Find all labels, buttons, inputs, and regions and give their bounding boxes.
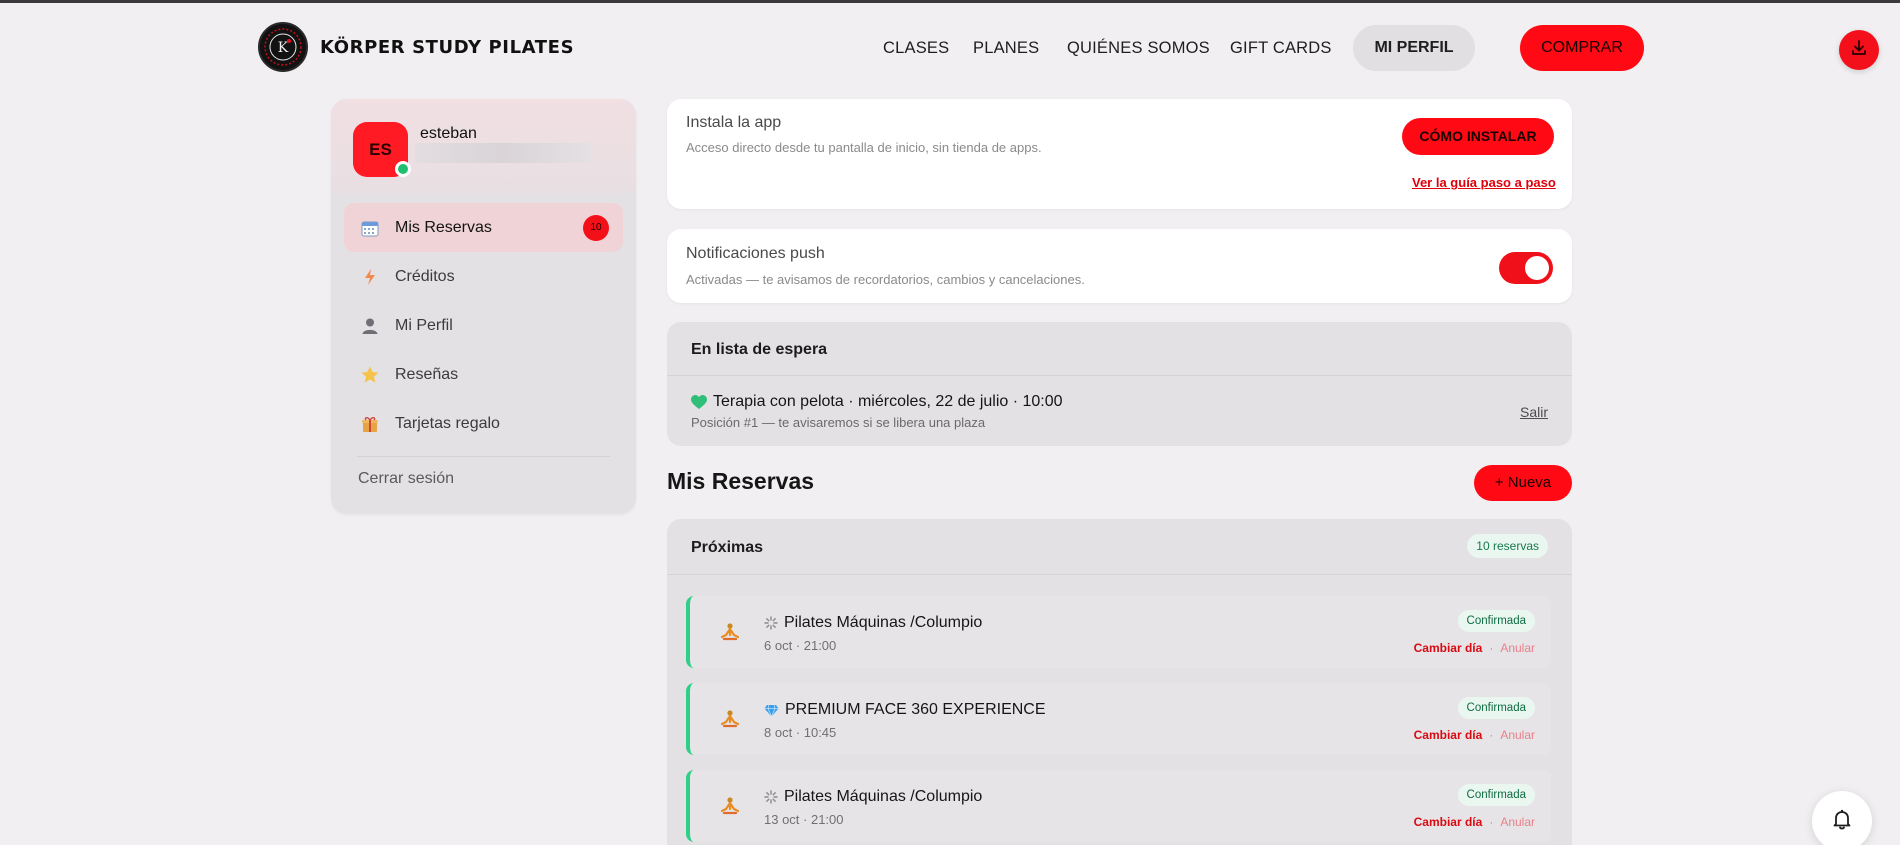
- reservation-actions: Cambiar día · Anular: [1414, 728, 1535, 742]
- push-toggle[interactable]: [1499, 252, 1553, 284]
- reservation-item[interactable]: Pilates Máquinas /Columpio 6 oct · 21:00…: [686, 596, 1551, 668]
- calendar-icon: [359, 217, 381, 239]
- reservation-time: 13 oct · 21:00: [764, 812, 844, 827]
- waitlist-class-label: Terapia con pelota · miércoles, 22 de ju…: [713, 393, 1063, 410]
- reservation-item[interactable]: Pilates Máquinas /Columpio 13 oct · 21:0…: [686, 770, 1551, 842]
- nav-mi-perfil[interactable]: MI PERFIL: [1353, 25, 1475, 71]
- waitlist-exit-link[interactable]: Salir: [1520, 404, 1548, 420]
- download-app-button[interactable]: [1839, 30, 1879, 70]
- sidebar-item-creditos[interactable]: Créditos: [344, 252, 623, 301]
- como-instalar-button[interactable]: CÓMO INSTALAR: [1402, 118, 1554, 155]
- push-subtitle: Activadas — te avisamos de recordatorios…: [686, 272, 1085, 287]
- cambiar-dia-link[interactable]: Cambiar día: [1414, 641, 1483, 655]
- main-nav: CLASES PLANES QUIÉNES SOMOS GIFT CARDS M…: [0, 25, 1900, 71]
- guide-link[interactable]: Ver la guía paso a paso: [1412, 175, 1556, 190]
- top-navbar: K KÖRPER STUDY PILATES CLASES PLANES QUI…: [0, 3, 1900, 93]
- user-summary: ES esteban: [331, 99, 636, 193]
- bolt-icon: [359, 266, 381, 288]
- divider: [357, 456, 610, 457]
- reservas-count-badge: 10: [583, 215, 609, 241]
- online-status-dot: [395, 161, 411, 177]
- sidebar-item-label: Tarjetas regalo: [395, 414, 500, 432]
- nav-gift-cards[interactable]: GIFT CARDS: [1230, 25, 1332, 71]
- upcoming-title: Próximas: [691, 539, 764, 556]
- anular-link[interactable]: Anular: [1500, 641, 1535, 655]
- waitlist-position: Posición #1 — te avisaremos si se libera…: [691, 415, 986, 430]
- reservation-item[interactable]: PREMIUM FACE 360 EXPERIENCE 8 oct · 10:4…: [686, 683, 1551, 755]
- user-email-redacted: [415, 143, 591, 163]
- spark-icon: [764, 616, 778, 630]
- waitlist-class: Terapia con pelota · miércoles, 22 de ju…: [691, 393, 1063, 411]
- anular-link[interactable]: Anular: [1500, 728, 1535, 742]
- waitlist-title: En lista de espera: [691, 341, 828, 358]
- separator: ·: [1489, 641, 1494, 655]
- reservations-count-badge: 10 reservas: [1467, 534, 1548, 558]
- diamond-icon: [764, 704, 779, 717]
- reservation-name-label: Pilates Máquinas /Columpio: [784, 614, 983, 631]
- sidebar-item-label: Mis Reservas: [395, 218, 492, 236]
- section-title: Mis Reservas: [667, 468, 815, 494]
- notifications-bell-button[interactable]: [1812, 791, 1872, 845]
- new-reservation-button[interactable]: + Nueva: [1474, 465, 1572, 501]
- gift-icon: [359, 413, 381, 435]
- nav-planes[interactable]: PLANES: [973, 25, 1039, 71]
- install-app-card: Instala la app Acceso directo desde tu p…: [667, 99, 1572, 209]
- toggle-knob: [1525, 256, 1549, 280]
- sidebar-item-mi-perfil[interactable]: Mi Perfil: [344, 301, 623, 350]
- status-badge: Confirmada: [1457, 784, 1535, 806]
- reservation-name-label: PREMIUM FACE 360 EXPERIENCE: [785, 701, 1046, 718]
- nav-clases[interactable]: CLASES: [883, 25, 949, 71]
- divider: [667, 375, 1572, 376]
- push-notifications-card: Notificaciones push Activadas — te avisa…: [667, 229, 1572, 303]
- install-title: Instala la app: [686, 114, 782, 131]
- upcoming-reservations: Próximas 10 reservas Pilates Máquinas /C…: [667, 519, 1572, 845]
- spark-icon: [764, 790, 778, 804]
- logout-link[interactable]: Cerrar sesión: [358, 470, 454, 488]
- account-sidebar: ES esteban Mis Reservas 10 Créditos Mi P…: [331, 99, 636, 514]
- sidebar-item-resenas[interactable]: Reseñas: [344, 350, 623, 399]
- sidebar-item-label: Créditos: [395, 267, 455, 285]
- reservation-time: 6 oct · 21:00: [764, 638, 837, 653]
- star-icon: [359, 364, 381, 386]
- pilates-figure-icon: [717, 706, 743, 732]
- user-icon: [359, 315, 381, 337]
- reservation-actions: Cambiar día · Anular: [1414, 815, 1535, 829]
- pilates-figure-icon: [717, 793, 743, 819]
- sidebar-item-label: Mi Perfil: [395, 316, 453, 334]
- status-badge: Confirmada: [1457, 697, 1535, 719]
- sidebar-item-tarjetas-regalo[interactable]: Tarjetas regalo: [344, 399, 623, 448]
- status-badge: Confirmada: [1457, 610, 1535, 632]
- sidebar-menu: Mis Reservas 10 Créditos Mi Perfil Reseñ…: [344, 203, 623, 448]
- cambiar-dia-link[interactable]: Cambiar día: [1414, 815, 1483, 829]
- comprar-button[interactable]: COMPRAR: [1520, 25, 1644, 71]
- bell-icon: [1830, 807, 1854, 836]
- user-name: esteban: [420, 125, 477, 142]
- reservation-actions: Cambiar día · Anular: [1414, 641, 1535, 655]
- divider: [667, 574, 1572, 575]
- reservation-name: Pilates Máquinas /Columpio: [764, 614, 982, 632]
- anular-link[interactable]: Anular: [1500, 815, 1535, 829]
- reservation-time: 8 oct · 10:45: [764, 725, 837, 740]
- push-title: Notificaciones push: [686, 245, 825, 262]
- pilates-figure-icon: [717, 619, 743, 645]
- sidebar-item-label: Reseñas: [395, 365, 459, 383]
- reservation-name-label: Pilates Máquinas /Columpio: [784, 788, 983, 805]
- waitlist-card: En lista de espera Terapia con pelota · …: [667, 322, 1572, 446]
- reservation-name: Pilates Máquinas /Columpio: [764, 788, 982, 806]
- separator: ·: [1489, 728, 1494, 742]
- separator: ·: [1489, 815, 1494, 829]
- reservation-name: PREMIUM FACE 360 EXPERIENCE: [764, 701, 1046, 719]
- cambiar-dia-link[interactable]: Cambiar día: [1414, 728, 1483, 742]
- download-icon: [1850, 39, 1868, 62]
- install-subtitle: Acceso directo desde tu pantalla de inic…: [686, 140, 1042, 155]
- nav-quienes-somos[interactable]: QUIÉNES SOMOS: [1067, 25, 1210, 71]
- sidebar-item-mis-reservas[interactable]: Mis Reservas 10: [344, 203, 623, 252]
- green-heart-icon: [691, 394, 707, 410]
